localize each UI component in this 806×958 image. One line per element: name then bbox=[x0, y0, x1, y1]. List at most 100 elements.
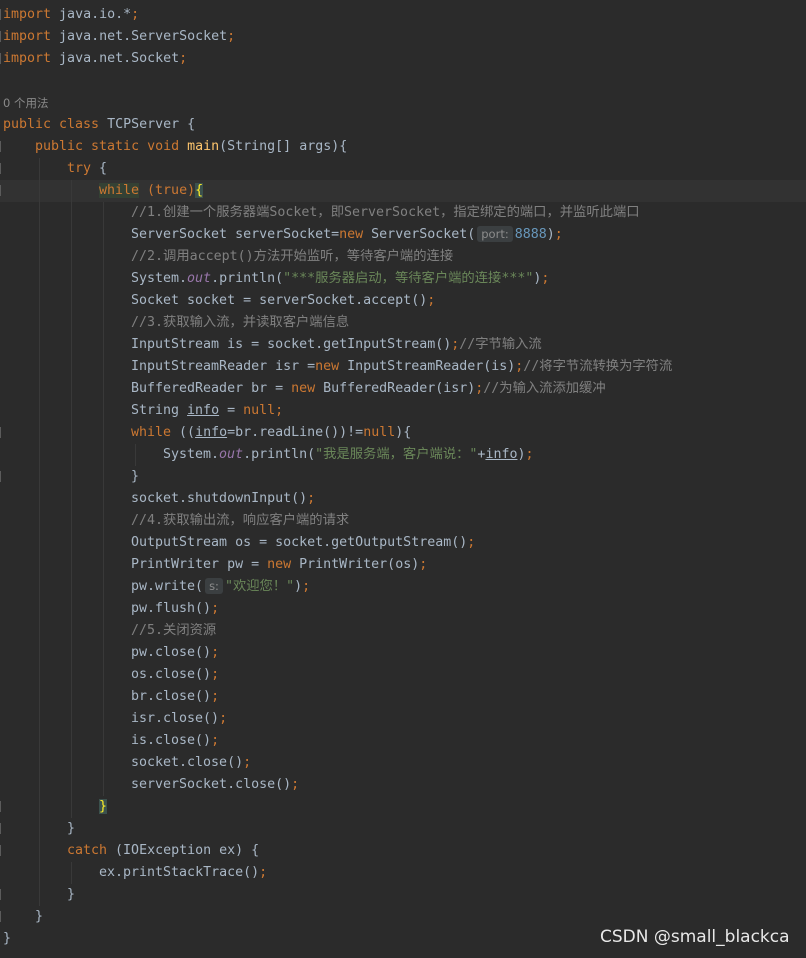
code-line-pw-close[interactable]: pw.close(); bbox=[0, 642, 806, 664]
keyword-token: ; bbox=[211, 601, 220, 616]
code-line-socket-accept[interactable]: Socket socket = serverSocket.accept(); bbox=[0, 290, 806, 312]
code-line-pw-flush[interactable]: pw.flush(); bbox=[0, 598, 806, 620]
keyword-token: new bbox=[315, 359, 348, 374]
code-line-println-info[interactable]: System.out.println("我是服务端，客户端说："+info); bbox=[0, 444, 806, 466]
code-text: //5.关闭资源 bbox=[131, 623, 216, 638]
indent-guide bbox=[71, 752, 72, 774]
code-line-close-try[interactable]: } bbox=[0, 818, 806, 840]
code-line-main-method-declaration[interactable]: public static void main(String[] args){ bbox=[0, 136, 806, 158]
code-line-comment-step-4[interactable]: //4.获取输出流，响应客户端的请求 bbox=[0, 510, 806, 532]
static-field-token: out bbox=[187, 271, 212, 286]
code-line-try-block[interactable]: try { bbox=[0, 158, 806, 180]
indent-guide bbox=[103, 642, 104, 664]
code-text: //4.获取输出流，响应客户端的请求 bbox=[131, 513, 349, 528]
code-text: catch (IOException ex) { bbox=[67, 843, 259, 858]
code-line-while-true[interactable]: while (true){ bbox=[0, 180, 806, 202]
code-text: } bbox=[99, 799, 108, 814]
code-line-inputstream[interactable]: InputStream is = socket.getInputStream()… bbox=[0, 334, 806, 356]
code-line-class-declaration[interactable]: public class TCPServer { bbox=[0, 114, 806, 136]
code-token: pw.flush() bbox=[131, 601, 212, 616]
code-line-close-main[interactable]: } bbox=[0, 906, 806, 928]
fold-marker-icon[interactable] bbox=[0, 141, 1, 152]
fold-marker-icon[interactable] bbox=[0, 801, 1, 812]
code-line-comment-step-2[interactable]: //2.调用accept()方法开始监听，等待客户端的连接 bbox=[0, 246, 806, 268]
indent-guide bbox=[39, 510, 40, 532]
code-token: } bbox=[67, 821, 76, 836]
code-line-inputstreamreader[interactable]: InputStreamReader isr =new InputStreamRe… bbox=[0, 356, 806, 378]
code-line-br-close[interactable]: br.close(); bbox=[0, 686, 806, 708]
fold-marker-icon[interactable] bbox=[0, 427, 1, 438]
keyword-token: ; bbox=[419, 557, 428, 572]
keyword-token: ; bbox=[427, 293, 436, 308]
code-line-comment-step-5[interactable]: //5.关闭资源 bbox=[0, 620, 806, 642]
code-line-string-info[interactable]: String info = null; bbox=[0, 400, 806, 422]
fold-marker-icon[interactable] bbox=[0, 823, 1, 834]
keyword-token: ; bbox=[211, 667, 220, 682]
fold-marker-icon[interactable] bbox=[0, 845, 1, 856]
code-text: ServerSocket serverSocket=new ServerSock… bbox=[131, 226, 563, 242]
fold-marker-icon[interactable] bbox=[0, 471, 1, 482]
keyword-token: new bbox=[339, 227, 372, 242]
comment-token: //将字节流转换为字符流 bbox=[523, 359, 673, 374]
code-line-close-while-true[interactable]: } bbox=[0, 796, 806, 818]
code-line-usage-hint[interactable]: 0 个用法 bbox=[0, 92, 806, 114]
fold-marker-icon[interactable] bbox=[0, 53, 1, 64]
indent-guide bbox=[103, 510, 104, 532]
code-line-print-stack-trace[interactable]: ex.printStackTrace(); bbox=[0, 862, 806, 884]
code-line-import-serversocket[interactable]: import java.net.ServerSocket; bbox=[0, 26, 806, 48]
indent-guide bbox=[71, 686, 72, 708]
fold-marker-icon[interactable] bbox=[0, 31, 1, 42]
code-line-comment-step-3[interactable]: //3.获取输入流，并读取客户端信息 bbox=[0, 312, 806, 334]
code-line-socket-close[interactable]: socket.close(); bbox=[0, 752, 806, 774]
code-line-import-java-io[interactable]: import java.io.*; bbox=[0, 4, 806, 26]
code-line-pw-write[interactable]: pw.write(s: "欢迎您！"); bbox=[0, 576, 806, 598]
indent-guide bbox=[103, 202, 104, 224]
indent-guide bbox=[39, 642, 40, 664]
code-token: TCPServer { bbox=[107, 117, 196, 132]
indent-guide bbox=[39, 730, 40, 752]
code-line-close-catch[interactable]: } bbox=[0, 884, 806, 906]
indent-guide bbox=[103, 290, 104, 312]
code-token: ) bbox=[294, 579, 303, 594]
code-text: pw.close(); bbox=[131, 645, 219, 660]
code-line-os-close[interactable]: os.close(); bbox=[0, 664, 806, 686]
code-line-is-close[interactable]: is.close(); bbox=[0, 730, 806, 752]
code-line-shutdown-input[interactable]: socket.shutdownInput(); bbox=[0, 488, 806, 510]
code-token: ){ bbox=[395, 425, 412, 440]
indent-guide bbox=[103, 752, 104, 774]
fold-marker-icon[interactable] bbox=[0, 9, 1, 20]
keyword-token: ; bbox=[219, 711, 228, 726]
code-line-close-while-readline[interactable]: } bbox=[0, 466, 806, 488]
code-line-import-socket[interactable]: import java.net.Socket; bbox=[0, 48, 806, 70]
fold-marker-icon[interactable] bbox=[0, 185, 1, 196]
code-text: br.close(); bbox=[131, 689, 219, 704]
fold-marker-icon[interactable] bbox=[0, 163, 1, 174]
code-line-isr-close[interactable]: isr.close(); bbox=[0, 708, 806, 730]
code-line-serversocket-close[interactable]: serverSocket.close(); bbox=[0, 774, 806, 796]
code-token: socket.close() bbox=[131, 755, 244, 770]
code-token: ServerSocket( bbox=[371, 227, 476, 242]
code-line-println-start[interactable]: System.out.println("***服务器启动，等待客户端的连接***… bbox=[0, 268, 806, 290]
code-token: isr.close() bbox=[131, 711, 220, 726]
indent-guide bbox=[39, 488, 40, 510]
code-line-while-readline[interactable]: while ((info=br.readLine())!=null){ bbox=[0, 422, 806, 444]
code-token: is.close() bbox=[131, 733, 212, 748]
indent-guide bbox=[39, 290, 40, 312]
code-editor[interactable]: import java.io.*; import java.net.ServerS… bbox=[0, 4, 806, 950]
code-line-printwriter[interactable]: PrintWriter pw = new PrintWriter(os); bbox=[0, 554, 806, 576]
code-line-comment-step-1[interactable]: //1.创建一个服务器端Socket，即ServerSocket，指定绑定的端口… bbox=[0, 202, 806, 224]
code-line-serversocket-new[interactable]: ServerSocket serverSocket=new ServerSock… bbox=[0, 224, 806, 246]
fold-marker-icon[interactable] bbox=[0, 911, 1, 922]
code-line-blank[interactable] bbox=[0, 70, 806, 92]
keyword-token: ; bbox=[179, 51, 188, 66]
comment-token: //5.关闭资源 bbox=[131, 623, 217, 638]
fold-marker-icon[interactable] bbox=[0, 889, 1, 900]
code-token: ); bbox=[517, 447, 533, 462]
code-line-catch-block[interactable]: catch (IOException ex) { bbox=[0, 840, 806, 862]
parameter-hint: s: bbox=[205, 578, 223, 594]
keyword-token: import bbox=[3, 51, 52, 66]
indent-guide bbox=[103, 466, 104, 488]
code-line-outputstream[interactable]: OutputStream os = socket.getOutputStream… bbox=[0, 532, 806, 554]
code-line-bufferedreader[interactable]: BufferedReader br = new BufferedReader(i… bbox=[0, 378, 806, 400]
string-token: "***服务器启动，等待客户端的连接***" bbox=[283, 271, 534, 286]
